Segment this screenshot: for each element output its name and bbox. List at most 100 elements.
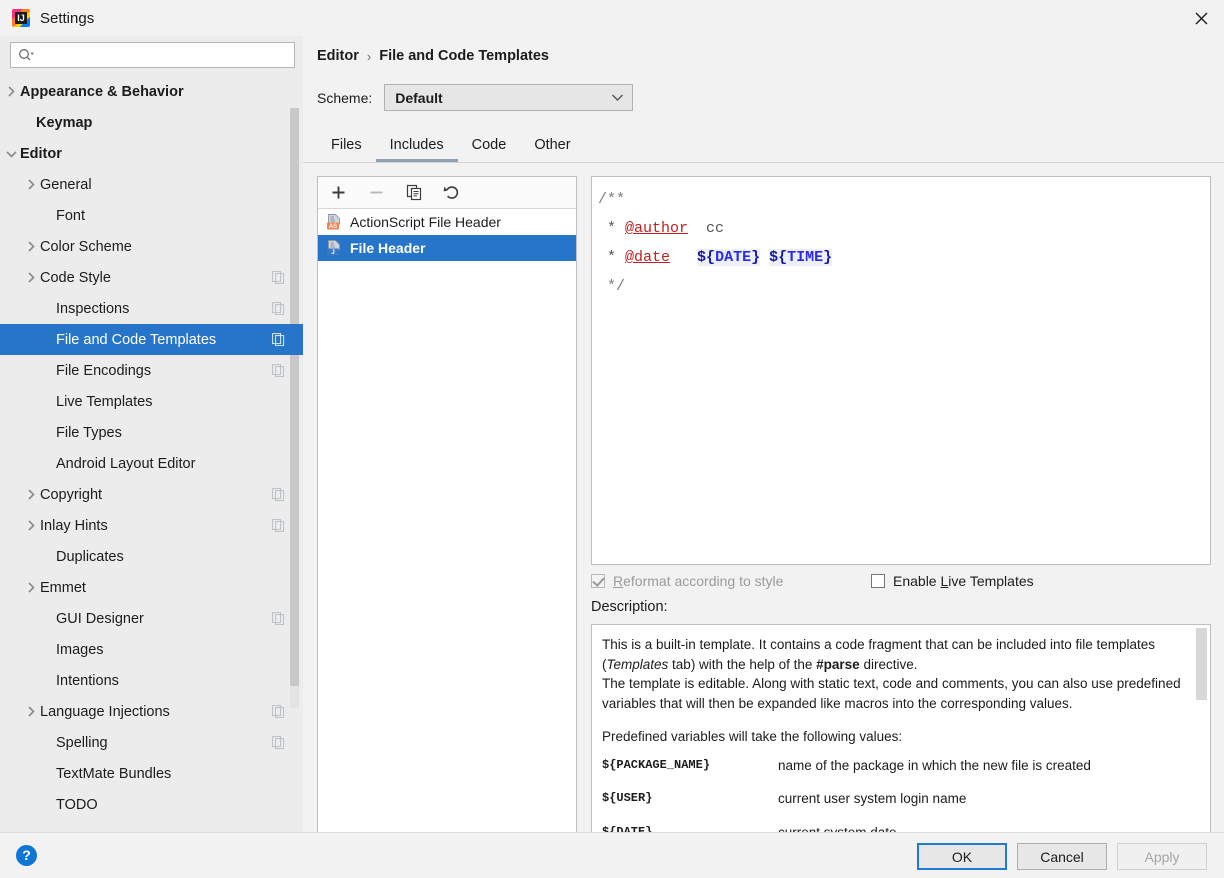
copy-settings-icon — [272, 488, 285, 504]
live-templates-checkbox[interactable] — [871, 574, 885, 588]
sidebar-item-todo[interactable]: TODO — [0, 789, 303, 820]
close-button[interactable] — [1178, 0, 1224, 36]
sidebar-item-inlay-hints[interactable]: Inlay Hints — [0, 510, 303, 541]
search-input[interactable] — [39, 44, 290, 66]
sidebar-item-images[interactable]: Images — [0, 634, 303, 665]
sidebar-item-label: General — [40, 176, 92, 193]
template-list-item[interactable]: AS ActionScript File Header — [318, 209, 576, 235]
sidebar-item-live-templates[interactable]: Live Templates — [0, 386, 303, 417]
ok-button[interactable]: OK — [917, 843, 1007, 870]
tabs-divider — [303, 162, 1224, 163]
sidebar-item-copyright[interactable]: Copyright — [0, 479, 303, 510]
template-variable: ${TIME} — [769, 249, 833, 266]
template-list-toolbar — [318, 177, 576, 209]
live-templates-label-before: Enable — [893, 573, 941, 589]
sidebar-item-code-style[interactable]: Code Style — [0, 262, 303, 293]
template-list-item-label: File Header — [350, 240, 426, 256]
sidebar-item-label: Inlay Hints — [40, 517, 108, 534]
svg-text:J: J — [331, 250, 334, 256]
template-category-tabs: Files Includes Code Other — [317, 128, 1224, 162]
actionscript-file-icon: AS — [326, 214, 342, 230]
sidebar-item-gui-designer[interactable]: GUI Designer — [0, 603, 303, 634]
svg-text:AS: AS — [329, 224, 337, 230]
variable-name: ${USER} — [602, 791, 653, 805]
sidebar-item-inspections[interactable]: Inspections — [0, 293, 303, 324]
sidebar-item-font[interactable]: Font — [0, 200, 303, 231]
copy-template-button[interactable] — [404, 183, 424, 203]
search-box[interactable] — [10, 42, 295, 68]
apply-button[interactable]: Apply — [1117, 843, 1207, 870]
sidebar-item-label: Emmet — [40, 579, 86, 596]
copy-settings-icon — [272, 271, 285, 287]
sidebar-item-textmate-bundles[interactable]: TextMate Bundles — [0, 758, 303, 789]
chevron-right-icon[interactable] — [24, 231, 38, 262]
chevron-down-icon[interactable] — [4, 138, 18, 169]
breadcrumb: Editor › File and Code Templates — [317, 48, 549, 64]
chevron-right-icon[interactable] — [24, 169, 38, 200]
chevron-right-icon[interactable] — [24, 510, 38, 541]
code-text: /** — [598, 191, 626, 208]
template-list-item[interactable]: J File Header — [318, 235, 576, 261]
template-variable: ${DATE} — [697, 249, 761, 266]
java-file-icon: J — [326, 240, 342, 256]
sidebar-item-color-scheme[interactable]: Color Scheme — [0, 231, 303, 262]
code-text: * — [598, 249, 626, 266]
window-title: Settings — [40, 9, 95, 27]
description-scrollbar-thumb[interactable] — [1196, 628, 1207, 700]
sidebar-item-label: Language Injections — [40, 703, 170, 720]
add-template-button[interactable] — [328, 183, 348, 203]
sidebar-item-appearance-behavior[interactable]: Appearance & Behavior — [0, 76, 303, 107]
sidebar-item-language-injections[interactable]: Language Injections — [0, 696, 303, 727]
chevron-down-icon — [612, 94, 624, 102]
sidebar-item-editor[interactable]: Editor — [0, 138, 303, 169]
cancel-button[interactable]: Cancel — [1017, 843, 1107, 870]
settings-tree: Appearance & Behavior Keymap Editor General… — [0, 76, 303, 832]
dialog-footer: ? OK Cancel Apply — [0, 832, 1224, 878]
template-code-text[interactable]: /** * @author cc * @date ${DATE} ${TIME}… — [592, 177, 1210, 301]
remove-template-button[interactable] — [366, 183, 386, 203]
tab-code[interactable]: Code — [458, 130, 521, 162]
sidebar-item-intentions[interactable]: Intentions — [0, 665, 303, 696]
sidebar-item-file-encodings[interactable]: File Encodings — [0, 355, 303, 386]
tab-includes[interactable]: Includes — [375, 130, 458, 162]
tab-files[interactable]: Files — [317, 130, 376, 162]
sidebar-item-label: Copyright — [40, 486, 103, 503]
sidebar-item-label: Android Layout Editor — [56, 455, 196, 472]
tab-other[interactable]: Other — [520, 130, 584, 162]
sidebar-item-label: GUI Designer — [56, 610, 144, 627]
sidebar-item-spelling[interactable]: Spelling — [0, 727, 303, 758]
chevron-right-icon[interactable] — [4, 76, 18, 107]
enable-live-templates-option[interactable]: Enable Live Templates — [871, 573, 1034, 589]
settings-sidebar: Appearance & Behavior Keymap Editor General… — [0, 36, 303, 832]
intellij-idea-icon: IJ — [12, 9, 30, 27]
sidebar-item-emmet[interactable]: Emmet — [0, 572, 303, 603]
variable-description: current user system login name — [778, 791, 967, 806]
code-text: */ — [598, 278, 626, 295]
search-icon — [19, 49, 34, 61]
code-line: /** — [598, 185, 1210, 214]
chevron-right-icon[interactable] — [24, 262, 38, 293]
help-icon[interactable]: ? — [16, 845, 37, 866]
chevron-right-icon[interactable] — [24, 572, 38, 603]
sidebar-item-file-and-code-templates[interactable]: File and Code Templates — [0, 324, 303, 355]
live-templates-label: Enable Live Templates — [893, 573, 1034, 589]
reset-template-button[interactable] — [442, 183, 462, 203]
sidebar-item-duplicates[interactable]: Duplicates — [0, 541, 303, 572]
reformat-checkbox[interactable] — [591, 574, 605, 588]
sidebar-item-label: Inspections — [56, 300, 130, 317]
close-icon — [1195, 12, 1207, 24]
chevron-right-icon[interactable] — [24, 696, 38, 727]
chevron-right-icon[interactable] — [24, 479, 38, 510]
description-panel: This is a built-in template. It contains… — [591, 624, 1211, 845]
description-gap — [602, 713, 1188, 727]
sidebar-item-label: Appearance & Behavior — [20, 83, 184, 100]
sidebar-item-file-types[interactable]: File Types — [0, 417, 303, 448]
sidebar-item-keymap[interactable]: Keymap — [0, 107, 303, 138]
breadcrumb-parent[interactable]: Editor — [317, 48, 359, 64]
sidebar-item-android-layout-editor[interactable]: Android Layout Editor — [0, 448, 303, 479]
sidebar-item-label: Images — [56, 641, 104, 658]
reformat-according-to-style-option[interactable]: Reformat according to style — [591, 573, 871, 589]
template-code-editor[interactable]: /** * @author cc * @date ${DATE} ${TIME}… — [591, 176, 1211, 565]
scheme-dropdown[interactable]: Default — [384, 84, 634, 111]
sidebar-item-general[interactable]: General — [0, 169, 303, 200]
